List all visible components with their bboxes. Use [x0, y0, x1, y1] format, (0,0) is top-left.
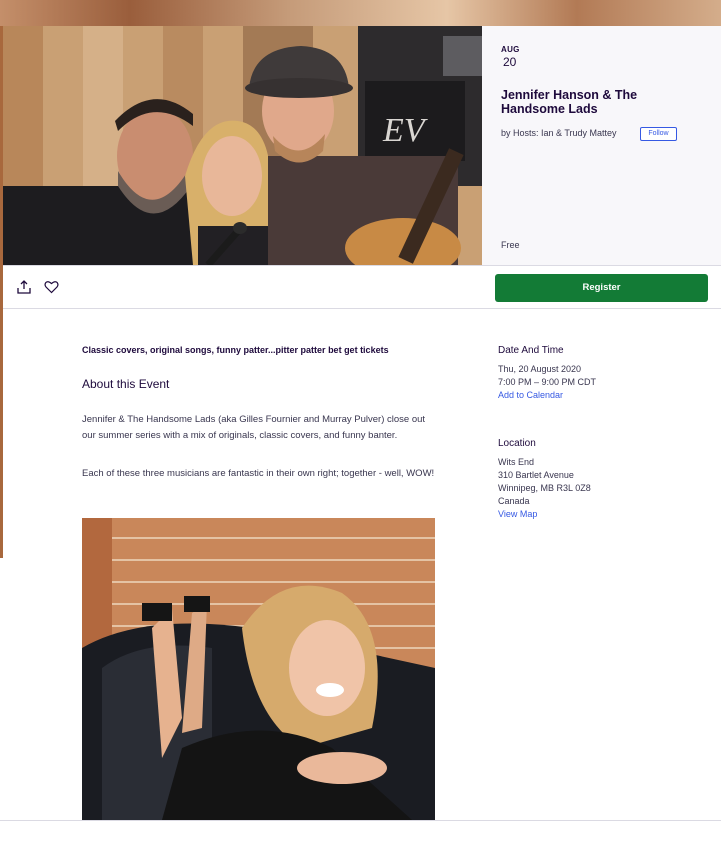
event-host: by Hosts: Ian & Trudy Mattey: [501, 128, 617, 138]
event-description-paragraph: Jennifer & The Handsome Lads (aka Gilles…: [82, 414, 426, 441]
event-time: 7:00 PM – 9:00 PM CDT: [498, 377, 597, 387]
event-hero: EV AUG 20 Jennifer Hanson & The Handsome…: [3, 26, 721, 265]
venue-city: Winnipeg, MB R3L 0Z8: [498, 483, 591, 493]
date-time-heading: Date And Time: [498, 345, 564, 356]
event-description-paragraph: Each of these three musicians are fantas…: [82, 468, 435, 479]
about-heading: About this Event: [82, 377, 170, 391]
action-bar: Register: [3, 265, 721, 309]
add-to-calendar-link[interactable]: Add to Calendar: [498, 390, 563, 400]
event-date: Thu, 20 August 2020: [498, 364, 582, 374]
register-button[interactable]: Register: [495, 274, 708, 302]
event-body-image: [82, 518, 435, 820]
footer-divider: [0, 820, 721, 821]
event-summary-panel: AUG 20 Jennifer Hanson & The Handsome La…: [501, 26, 721, 265]
venue-street: 310 Bartlet Avenue: [498, 470, 574, 480]
event-summary: Classic covers, original songs, funny pa…: [82, 345, 389, 355]
event-hero-image: EV: [3, 26, 482, 265]
event-title: Jennifer Hanson & The Handsome Lads: [501, 88, 638, 116]
follow-button[interactable]: Follow: [640, 127, 677, 141]
blurred-backdrop: [0, 0, 721, 26]
heart-icon[interactable]: [44, 280, 59, 294]
venue-country: Canada: [498, 496, 530, 506]
event-date-month: AUG: [501, 45, 520, 54]
singer-photo-illustration: [82, 518, 435, 820]
band-photo-illustration: EV: [3, 26, 482, 265]
svg-text:EV: EV: [382, 112, 429, 149]
location-heading: Location: [498, 438, 536, 449]
event-price: Free: [501, 240, 520, 250]
venue-name: Wits End: [498, 457, 535, 467]
view-map-link[interactable]: View Map: [498, 509, 537, 519]
share-icon[interactable]: [16, 279, 32, 295]
event-date-day: 20: [503, 55, 517, 69]
